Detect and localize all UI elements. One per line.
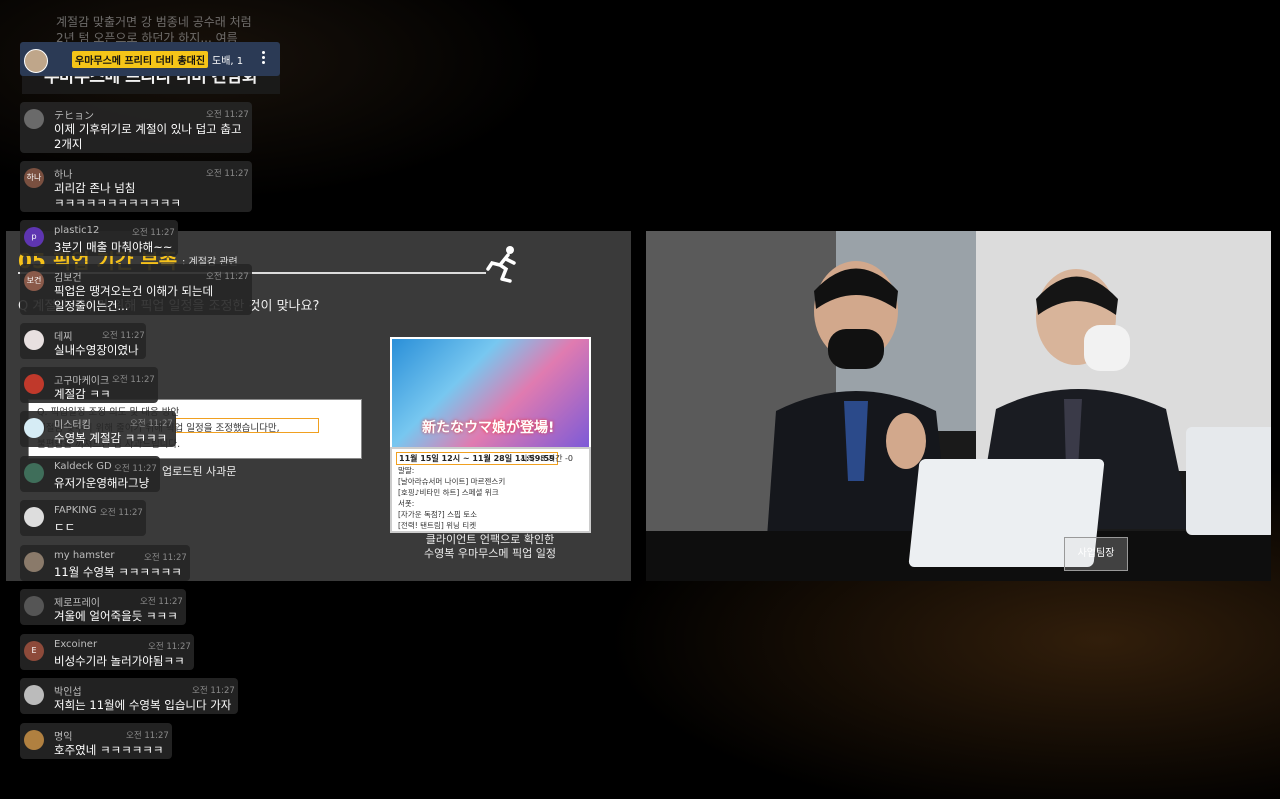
chat-author: 김보건 (54, 273, 82, 284)
chat-author: 고구마케이크 (54, 376, 110, 387)
chat-timestamp: 오전 11:27 (206, 272, 249, 282)
chat-timestamp: 오전 11:27 (144, 553, 187, 563)
chat-text: ㄷㄷ (54, 520, 76, 534)
chat-text: 수영복 계절감 ㅋㅋㅋㅋ (54, 431, 168, 445)
avatar (24, 330, 44, 350)
schedule-row: [전력! 탠트림] 위닝 티켓 (398, 521, 477, 530)
chat-author: 명익 (54, 732, 73, 743)
schedule-row: 말딸: (398, 466, 415, 475)
chat-text: 픽업은 땡겨오는건 이해가 되는데 일정줄이는건... (54, 284, 214, 313)
chat-author: Excoiner (54, 639, 98, 650)
chat-author: 하나 (54, 170, 73, 181)
laptop (1186, 427, 1271, 535)
avatar: p (24, 227, 44, 247)
chat-message[interactable]: 박인섭 오전 11:27 저희는 11월에 수영복 입습니다 가자 (20, 678, 238, 714)
chat-message[interactable]: 고구마케이크 오전 11:27 계절감 ㅋㅋ (20, 367, 158, 403)
schedule-row: 서폿: (398, 499, 415, 508)
pinned-message-text: 도배, 1 (212, 56, 244, 67)
chat-text: 이제 기후위기로 계절이 있나 덥고 춥고 2개지 (54, 122, 242, 151)
highlight-box (175, 418, 319, 433)
chat-timestamp: 오전 11:27 (102, 331, 145, 341)
chat-author: Kaldeck GD (54, 461, 112, 472)
avatar (24, 418, 44, 438)
more-vert-icon[interactable] (258, 49, 268, 69)
avatar: 하나 (24, 168, 44, 188)
chat-message[interactable]: my hamster 오전 11:27 11월 수영복 ㅋㅋㅋㅋㅋㅋ (20, 545, 190, 581)
chat-author: my hamster (54, 550, 115, 561)
chat-author: FAPKING (54, 505, 97, 516)
chat-message[interactable]: 데찌 오전 11:27 실내수영장이였나 (20, 323, 146, 359)
schedule-caption: 클라이언트 언팩으로 확인한 수영복 우마무스메 픽업 일정 (390, 533, 590, 561)
avatar (24, 552, 44, 572)
avatar (24, 596, 44, 616)
avatar (24, 109, 44, 129)
promo-banner-image: 新たなウマ娘が登場! (390, 337, 591, 451)
chat-author: plastic12 (54, 225, 100, 236)
chat-text: 저희는 11월에 수영복 입습니다 가자 (54, 698, 232, 712)
chat-timestamp: 오전 11:27 (112, 375, 155, 385)
pinned-avatar (24, 49, 48, 73)
chat-message[interactable]: テヒョン 오전 11:27 이제 기후위기로 계절이 있나 덥고 춥고 2개지 (20, 102, 252, 153)
avatar (24, 685, 44, 705)
chat-author: 박인섭 (54, 687, 82, 698)
chat-message[interactable]: p plastic12 오전 11:27 3분기 매출 마춰야해~~ (20, 220, 178, 256)
chat-message[interactable]: 명익 오전 11:27 호주였네 ㅋㅋㅋㅋㅋㅋ (20, 723, 172, 759)
chat-timestamp: 오전 11:27 (206, 169, 249, 179)
chat-timestamp: 오전 11:27 (192, 686, 235, 696)
chat-timestamp: 오전 11:27 (100, 508, 143, 518)
chat-text: 실내수영장이였나 (54, 343, 139, 357)
chat-author: 미스터킴 (54, 420, 91, 431)
chat-author: 제로프레이 (54, 598, 100, 609)
chat-timestamp: 오전 11:27 (114, 464, 157, 474)
chat-timestamp: 오전 11:27 (206, 110, 249, 120)
pinned-author-badge: 우마무스메 프리티 더비 총대진 (72, 51, 209, 68)
avatar: 보건 (24, 271, 44, 291)
schedule-row: [날아라슈서머 나이트] 마르젠스키 (398, 477, 506, 486)
avatar (24, 730, 44, 750)
avatar: E (24, 641, 44, 661)
nameplate: 사업팀장 (1064, 537, 1128, 571)
chat-text: 3분기 매출 마춰야해~~ (54, 240, 173, 254)
promo-text: 新たなウマ娘が登場! (422, 420, 555, 436)
chat-text: 괴리감 존나 넘침 ㅋㅋㅋㅋㅋㅋㅋㅋㅋㅋㅋㅋ (54, 181, 181, 210)
chat-timestamp: 오전 11:27 (132, 228, 175, 238)
chat-message[interactable]: 미스터킴 오전 11:27 수영복 계절감 ㅋㅋㅋㅋ (20, 411, 176, 447)
chat-message[interactable]: 하나 하나 오전 11:27 괴리감 존나 넘침 ㅋㅋㅋㅋㅋㅋㅋㅋㅋㅋㅋㅋ (20, 161, 252, 212)
schedule-row: [자가운 독점?] 스핍 토소 (398, 510, 478, 519)
chat-text: 유저가운영해라그냥 (54, 476, 150, 490)
chat-author: テヒョン (54, 111, 94, 122)
chat-message[interactable]: 제로프레이 오전 11:27 겨울에 얼어죽을듯 ㅋㅋㅋ (20, 589, 186, 625)
schedule-row: [호핑♪비타민 하트] 스페셜 위크 (398, 488, 499, 497)
pickup-schedule: 11월 15일 12시 ~ 11월 28일 11:59:59 시작 -8 기간 … (390, 447, 591, 533)
avatar (24, 507, 44, 527)
chat-text: 호주였네 ㅋㅋㅋㅋㅋㅋ (54, 743, 164, 757)
schedule-caption-line: 수영복 우마무스메 픽업 일정 (424, 547, 556, 560)
chat-text: 겨울에 얼어죽을듯 ㅋㅋㅋ (54, 609, 178, 623)
avatar (24, 374, 44, 394)
chat-message[interactable]: E Excoiner 오전 11:27 비성수기라 놀러가야됨ㅋㅋ (20, 634, 194, 670)
chat-text: 계절감 ㅋㅋ (54, 387, 111, 401)
schedule-extra: 시작 -8 기간 -0 (520, 454, 574, 463)
chat-timestamp: 오전 11:27 (140, 597, 183, 607)
chat-timestamp: 오전 11:27 (130, 419, 173, 429)
chat-text: 비성수기라 놀러가야됨ㅋㅋ (54, 654, 185, 668)
chat-timestamp: 오전 11:27 (148, 642, 191, 652)
avatar (24, 463, 44, 483)
camera-feed: 사업팀장 (646, 231, 1271, 581)
chat-author: 데찌 (54, 332, 73, 343)
chat-message[interactable]: Kaldeck GD 오전 11:27 유저가운영해라그냥 (20, 456, 160, 492)
apology-caption: 업로드된 사과문 (162, 465, 237, 478)
schedule-caption-line: 클라이언트 언팩으로 확인한 (425, 533, 555, 546)
chat-message[interactable]: 보건 김보건 오전 11:27 픽업은 땡겨오는건 이해가 되는데 일정줄이는건… (20, 264, 252, 315)
chat-message[interactable]: FAPKING 오전 11:27 ㄷㄷ (20, 500, 146, 536)
chat-text: 11월 수영복 ㅋㅋㅋㅋㅋㅋ (54, 565, 182, 579)
runner-icon (486, 246, 516, 283)
chat-timestamp: 오전 11:27 (126, 731, 169, 741)
